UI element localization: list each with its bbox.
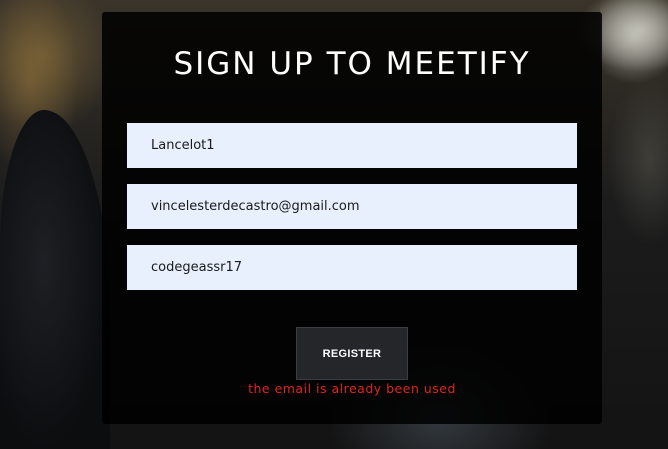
page-title: SIGN UP TO MEETIFY: [173, 46, 531, 82]
signup-card: SIGN UP TO MEETIFY REGISTER the email is…: [102, 12, 602, 424]
username-input[interactable]: [127, 123, 577, 168]
email-input[interactable]: [127, 184, 577, 229]
person-silhouette: [0, 110, 110, 449]
password-input[interactable]: [127, 245, 577, 290]
sky-blur: [600, 0, 668, 90]
register-button[interactable]: REGISTER: [296, 327, 408, 380]
error-message: the email is already been used: [248, 381, 456, 396]
